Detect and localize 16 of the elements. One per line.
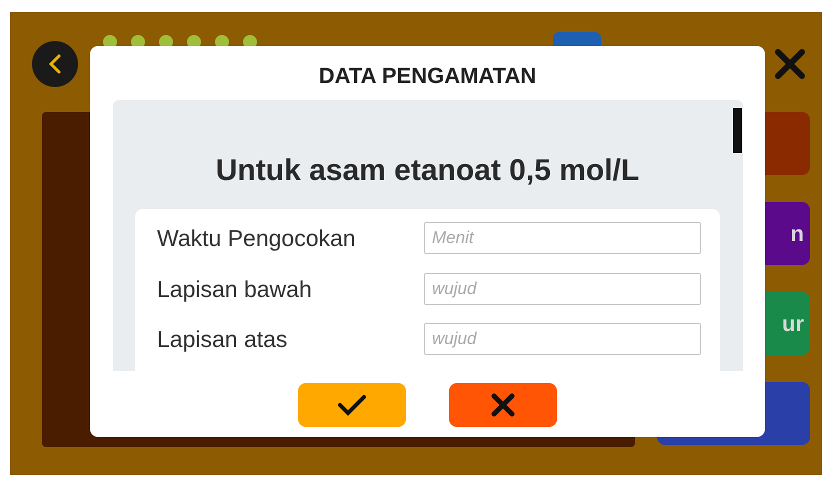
field-label: Lapisan atas (157, 325, 288, 354)
scrollbar-thumb (732, 108, 742, 153)
field-label: Waktu Pengocokan (157, 224, 357, 253)
input-field[interactable]: wujud (424, 323, 701, 356)
check-icon (337, 394, 367, 416)
input-field[interactable]: Menit (424, 222, 701, 254)
close-icon (774, 48, 806, 80)
back-button[interactable] (32, 41, 78, 87)
cancel-button[interactable] (449, 383, 557, 427)
content-heading: Untuk asam etanoat 0,5 mol/L (216, 153, 640, 189)
chevron-left-icon (47, 53, 63, 75)
input-field[interactable]: wujud (424, 272, 701, 305)
field-label: Lapisan bawah (157, 274, 313, 304)
dialog-title: DATA PENGAMATAN (318, 62, 536, 90)
close-icon (491, 393, 515, 417)
confirm-button[interactable] (298, 383, 406, 427)
